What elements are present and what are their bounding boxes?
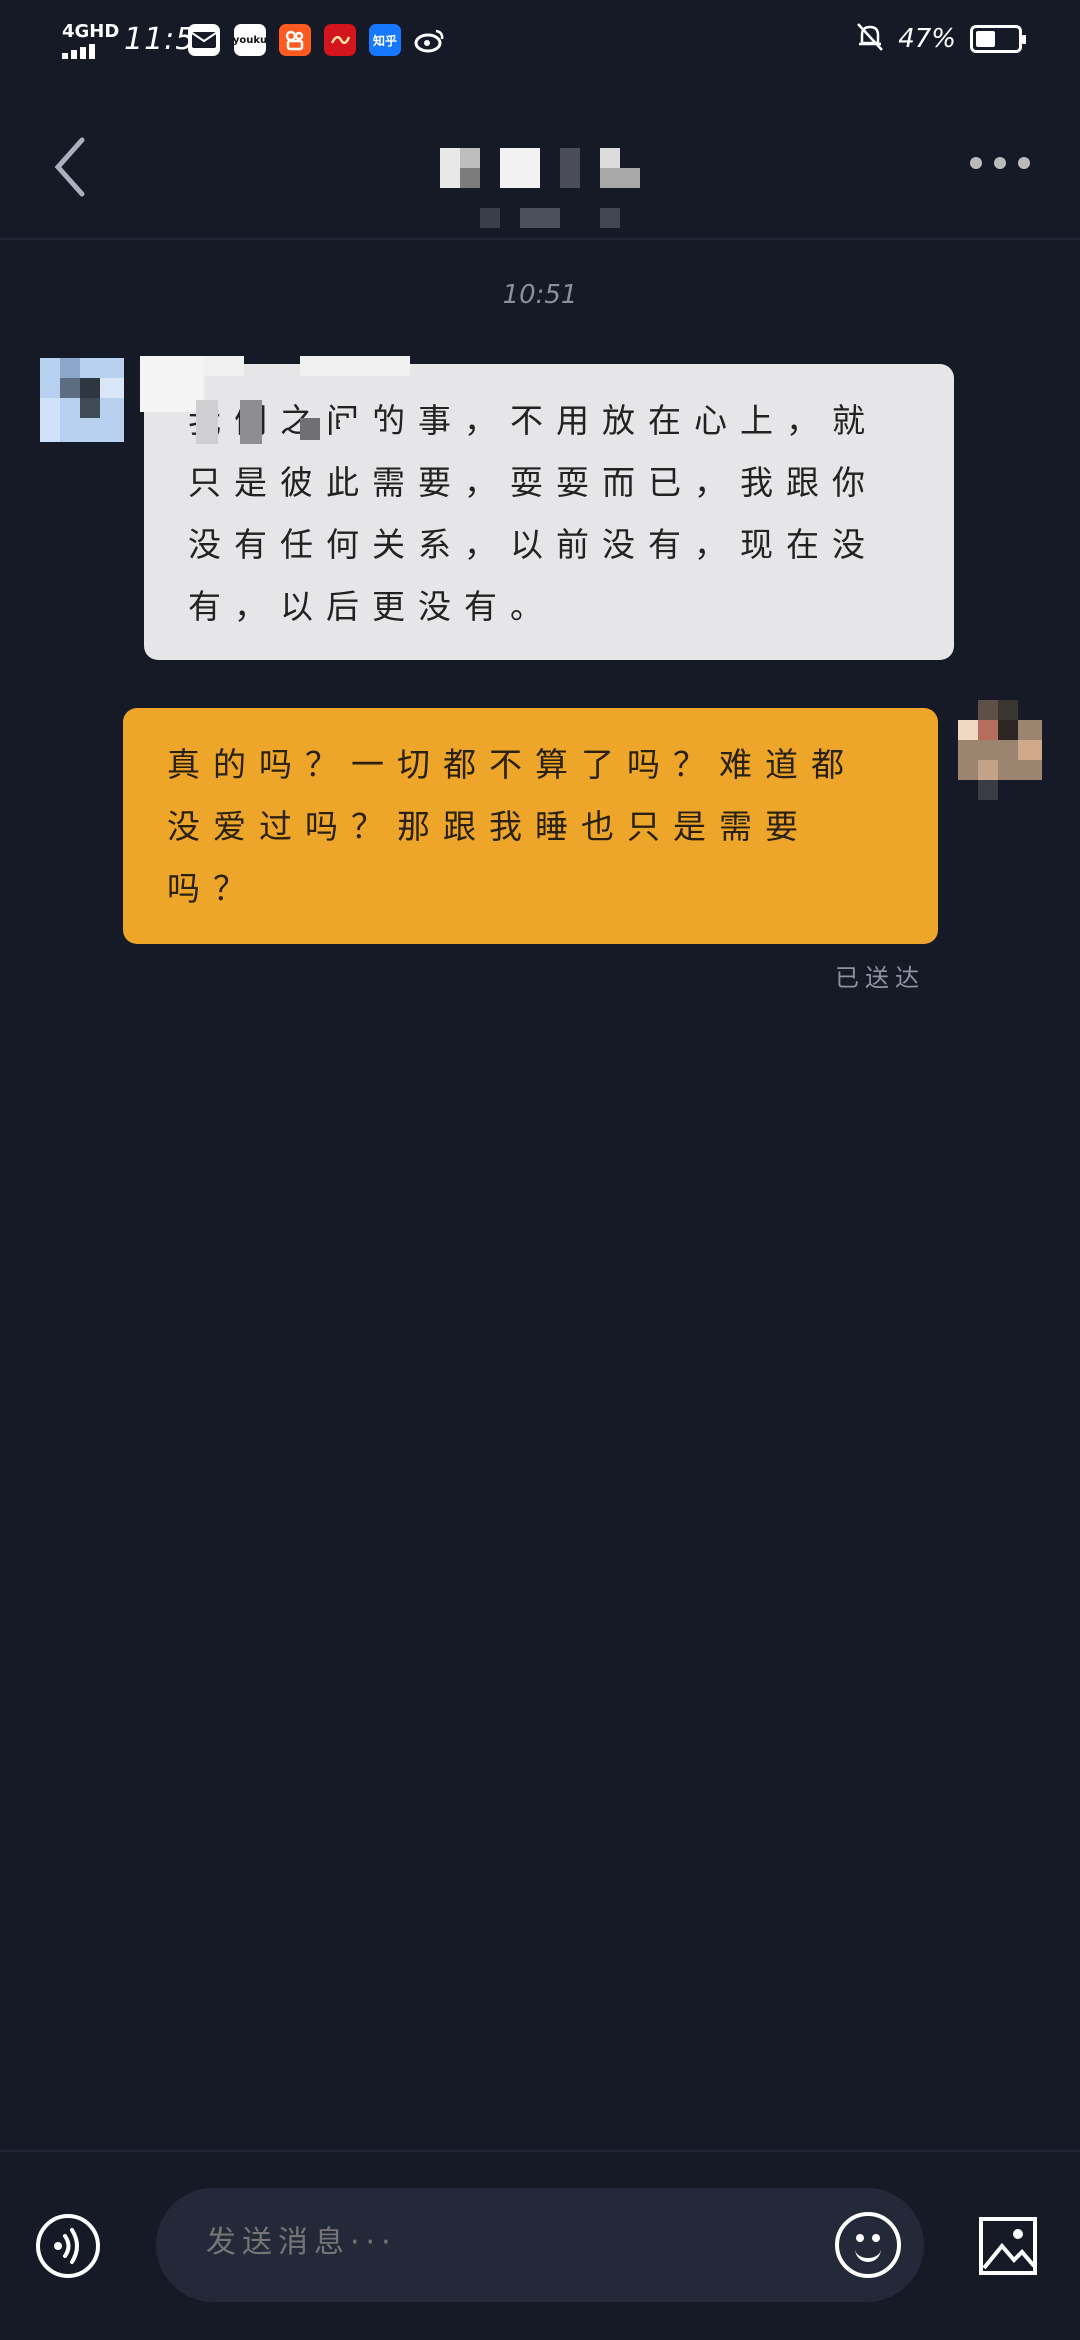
outgoing-message-bubble[interactable]: 真的吗？一切都不算了吗？难道都没爱过吗？那跟我睡也只是需要吗？ bbox=[123, 708, 938, 944]
weibo-icon bbox=[414, 24, 446, 56]
message-timestamp: 10:51 bbox=[502, 280, 578, 310]
emoji-button[interactable] bbox=[835, 2212, 901, 2278]
network-indicator: 4GHD bbox=[62, 21, 120, 62]
kuaishou-icon bbox=[279, 24, 311, 56]
message-input-container[interactable] bbox=[156, 2188, 924, 2302]
smile-icon bbox=[855, 2244, 881, 2262]
youku-icon: youku bbox=[233, 24, 267, 56]
dot bbox=[1018, 157, 1030, 169]
status-bar: 4GHD 11:52 youku 知乎 47% bbox=[0, 0, 1080, 90]
more-options-button[interactable] bbox=[970, 148, 1030, 178]
chat-header bbox=[0, 90, 1080, 240]
my-avatar[interactable] bbox=[958, 700, 1042, 800]
zhihu-icon: 知乎 bbox=[369, 24, 401, 56]
app-red-icon bbox=[324, 24, 356, 56]
image-icon bbox=[979, 2217, 1037, 2275]
header-divider bbox=[0, 238, 1080, 240]
contact-name-obscured bbox=[440, 118, 660, 228]
input-divider bbox=[0, 2150, 1080, 2152]
dot bbox=[994, 157, 1006, 169]
chevron-left-icon bbox=[54, 137, 85, 197]
voice-input-button[interactable] bbox=[36, 2214, 100, 2278]
outgoing-message-text: 真的吗？一切都不算了吗？难道都没爱过吗？那跟我睡也只是需要吗？ bbox=[167, 745, 857, 908]
dot bbox=[970, 157, 982, 169]
incoming-message-text: 我们之间的事，不用放在心上，就只是彼此需要，耍耍而已，我跟你没有任何关系，以前没… bbox=[188, 401, 878, 626]
back-button[interactable] bbox=[50, 132, 90, 202]
read-receipt: 已送达 bbox=[835, 964, 925, 992]
battery-icon bbox=[970, 25, 1026, 53]
voice-icon bbox=[54, 2228, 79, 2264]
image-button[interactable] bbox=[978, 2216, 1038, 2276]
battery-percent: 47% bbox=[898, 24, 956, 54]
message-input[interactable] bbox=[204, 2224, 748, 2261]
battery-fill bbox=[976, 31, 995, 47]
mail-icon bbox=[188, 24, 220, 56]
status-right: 47% bbox=[856, 22, 1026, 56]
network-label: 4GHD bbox=[62, 21, 120, 42]
contact-avatar[interactable] bbox=[40, 358, 124, 442]
incoming-message-bubble[interactable]: 我们之间的事，不用放在心上，就只是彼此需要，耍耍而已，我跟你没有任何关系，以前没… bbox=[144, 364, 954, 660]
signal-icon bbox=[62, 44, 112, 59]
mute-bell-icon bbox=[856, 22, 884, 56]
